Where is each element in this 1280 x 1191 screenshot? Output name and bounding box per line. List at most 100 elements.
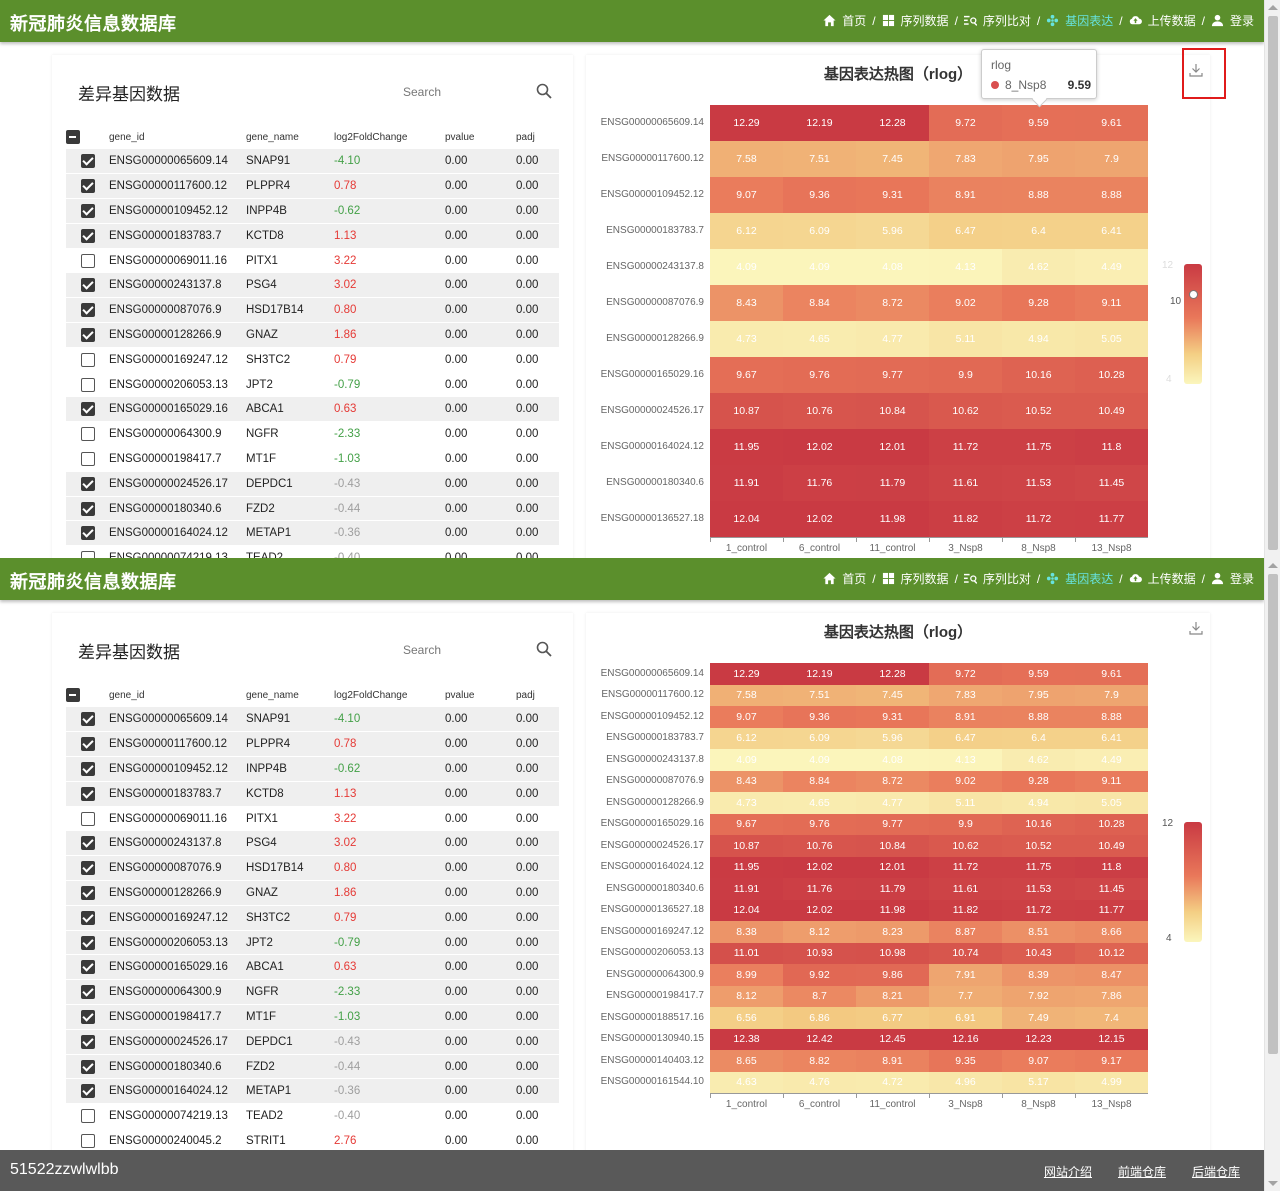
heatmap-cell[interactable]: 10.76 — [783, 835, 856, 857]
heatmap-cell[interactable]: 8.72 — [856, 285, 929, 321]
heatmap-cell[interactable]: 7.45 — [856, 141, 929, 177]
heatmap-cell[interactable]: 11.8 — [1075, 856, 1148, 878]
heatmap-cell[interactable]: 6.41 — [1075, 213, 1148, 249]
heatmap-cell[interactable]: 11.79 — [856, 465, 929, 501]
column-header-log2FoldChange[interactable]: log2FoldChange — [334, 125, 445, 149]
row-checkbox-cell[interactable] — [66, 830, 109, 857]
heatmap-cell[interactable]: 6.09 — [783, 727, 856, 749]
row-checkbox[interactable] — [80, 761, 95, 776]
row-checkbox-cell[interactable] — [66, 446, 109, 472]
heatmap-cell[interactable]: 4.62 — [1002, 249, 1075, 285]
heatmap-cell[interactable]: 6.4 — [1002, 213, 1075, 249]
heatmap-cell[interactable]: 5.17 — [1002, 1071, 1075, 1093]
heatmap-cell[interactable]: 9.59 — [1002, 105, 1075, 141]
row-checkbox-cell[interactable] — [66, 520, 109, 547]
heatmap-cell[interactable]: 11.82 — [929, 501, 1002, 537]
table-row[interactable]: ENSG00000117600.12 PLPPR4 0.78 0.00 0.00 — [66, 731, 559, 758]
heatmap-cell[interactable]: 10.49 — [1075, 393, 1148, 429]
table-row[interactable]: ENSG00000169247.12 SH3TC2 0.79 0.00 0.00 — [66, 347, 559, 373]
heatmap-cell[interactable]: 11.53 — [1002, 465, 1075, 501]
row-checkbox-cell[interactable] — [66, 707, 109, 733]
download-button[interactable] — [1189, 621, 1209, 641]
column-header-log2FoldChange[interactable]: log2FoldChange — [334, 683, 445, 707]
heatmap-cell[interactable]: 9.31 — [856, 706, 929, 728]
heatmap-cell[interactable]: 4.76 — [783, 1071, 856, 1093]
nav-item-2[interactable]: 序列比对 — [963, 12, 1031, 29]
row-checkbox[interactable] — [80, 427, 95, 442]
heatmap-cell[interactable]: 9.17 — [1075, 1050, 1148, 1072]
heatmap-cell[interactable]: 4.13 — [929, 749, 1002, 771]
heatmap-cell[interactable]: 9.76 — [783, 813, 856, 835]
row-checkbox-cell[interactable] — [66, 756, 109, 782]
page-scrollbar-top[interactable] — [1264, 0, 1280, 558]
row-checkbox[interactable] — [80, 712, 95, 727]
row-checkbox-cell[interactable] — [66, 297, 109, 324]
heatmap-cell[interactable]: 9.61 — [1075, 663, 1148, 685]
row-checkbox-cell[interactable] — [66, 781, 109, 807]
heatmap-cell[interactable]: 8.21 — [856, 985, 929, 1007]
footer-link-backend-repo[interactable]: 后端仓库 — [1192, 1163, 1240, 1180]
heatmap-cell[interactable]: 8.88 — [1075, 177, 1148, 213]
heatmap-cell[interactable]: 4.99 — [1075, 1071, 1148, 1093]
heatmap-cell[interactable]: 12.45 — [856, 1028, 929, 1050]
row-checkbox[interactable] — [80, 327, 95, 342]
heatmap-cell[interactable]: 11.98 — [856, 501, 929, 537]
nav-item-1[interactable]: 序列数据 — [882, 12, 949, 29]
table-row[interactable]: ENSG00000074219.13TEAD2-0.400.000.00 — [66, 545, 559, 558]
table-row[interactable]: ENSG00000109452.12 INPP4B -0.62 0.00 0.00 — [66, 198, 559, 224]
table-row[interactable]: ENSG00000069011.16 PITX1 3.22 0.00 0.00 — [66, 806, 559, 832]
heatmap-cell[interactable]: 8.47 — [1075, 964, 1148, 986]
nav-item-4[interactable]: 上传数据 — [1129, 12, 1196, 29]
table-row[interactable]: ENSG00000087076.9 HSD17B14 0.80 0.00 0.00 — [66, 855, 559, 882]
column-header-gene_name[interactable]: gene_name — [246, 125, 334, 149]
table-row[interactable]: ENSG00000243137.8 PSG4 3.02 0.00 0.00 — [66, 830, 559, 857]
heatmap-cell[interactable]: 9.02 — [929, 285, 1002, 321]
heatmap-cell[interactable]: 9.07 — [710, 706, 783, 728]
row-checkbox[interactable] — [80, 861, 95, 876]
row-checkbox[interactable] — [80, 985, 95, 1000]
heatmap-cell[interactable]: 11.61 — [929, 878, 1002, 900]
heatmap-cell[interactable]: 5.96 — [856, 213, 929, 249]
heatmap-cell[interactable]: 4.49 — [1075, 749, 1148, 771]
heatmap-cell[interactable]: 12.23 — [1002, 1028, 1075, 1050]
heatmap-cell[interactable]: 9.28 — [1002, 285, 1075, 321]
heatmap-cell[interactable]: 4.62 — [1002, 749, 1075, 771]
heatmap-cell[interactable]: 9.02 — [929, 770, 1002, 792]
row-checkbox-cell[interactable] — [66, 272, 109, 299]
heatmap-cell[interactable]: 10.87 — [710, 393, 783, 429]
row-checkbox[interactable] — [80, 737, 95, 752]
row-checkbox[interactable] — [80, 278, 95, 293]
table-row[interactable]: ENSG00000128266.9 GNAZ 1.86 0.00 0.00 — [66, 322, 559, 348]
heatmap-cell[interactable]: 6.47 — [929, 727, 1002, 749]
nav-item-2[interactable]: 序列比对 — [963, 570, 1031, 587]
heatmap-cell[interactable]: 9.11 — [1075, 285, 1148, 321]
heatmap-cell[interactable]: 11.95 — [710, 429, 783, 465]
nav-item-0[interactable]: 首页 — [823, 570, 866, 587]
row-checkbox[interactable] — [80, 402, 95, 417]
table-row[interactable]: ENSG00000087076.9 HSD17B14 0.80 0.00 0.00 — [66, 297, 559, 324]
column-header-pvalue[interactable]: pvalue — [445, 125, 516, 149]
row-checkbox[interactable] — [80, 885, 95, 900]
heatmap-cell[interactable]: 5.05 — [1075, 792, 1148, 814]
heatmap-cell[interactable]: 8.91 — [929, 177, 1002, 213]
heatmap-cell[interactable]: 9.36 — [783, 706, 856, 728]
heatmap-cell[interactable]: 6.56 — [710, 1007, 783, 1029]
heatmap-cell[interactable]: 9.67 — [710, 357, 783, 393]
column-header-padj[interactable]: padj — [516, 125, 559, 149]
heatmap-cell[interactable]: 5.05 — [1075, 321, 1148, 357]
row-checkbox-cell[interactable] — [66, 223, 109, 249]
heatmap-cell[interactable]: 11.77 — [1075, 501, 1148, 537]
select-all-cell[interactable] — [66, 125, 109, 149]
row-checkbox-cell[interactable] — [66, 471, 109, 497]
row-checkbox-cell[interactable] — [66, 1078, 109, 1105]
row-checkbox[interactable] — [80, 203, 95, 218]
heatmap-cell[interactable]: 8.38 — [710, 921, 783, 943]
row-checkbox[interactable] — [80, 935, 95, 950]
row-checkbox-cell[interactable] — [66, 855, 109, 882]
row-checkbox-cell[interactable] — [66, 322, 109, 348]
row-checkbox-cell[interactable] — [66, 248, 109, 274]
heatmap-cell[interactable]: 11.45 — [1075, 465, 1148, 501]
row-checkbox-cell[interactable] — [66, 930, 109, 956]
table-row[interactable]: ENSG00000198417.7 MT1F -1.03 0.00 0.00 — [66, 1004, 559, 1030]
row-checkbox-cell[interactable] — [66, 905, 109, 931]
